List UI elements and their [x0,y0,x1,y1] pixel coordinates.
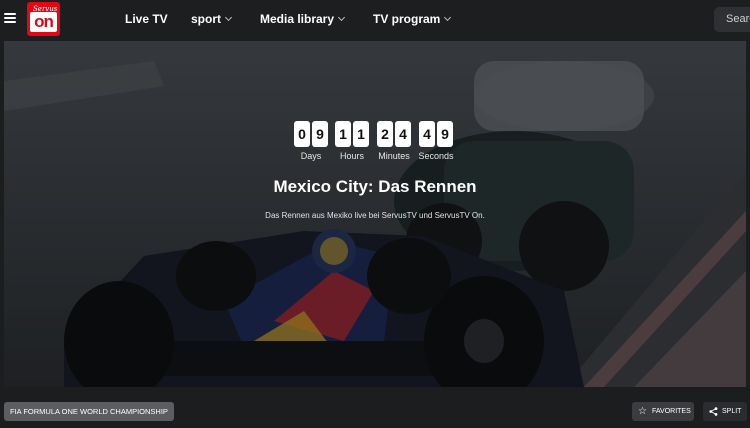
nav-sport-label: sport [191,12,221,26]
top-navigation-bar: Servus on Live TV sport Media library TV… [0,0,750,40]
countdown-hours-label: Hours [339,151,364,161]
countdown-hours-digit: 1 [353,121,369,147]
split-button[interactable]: SPLIT [703,402,747,421]
hero-title: Mexico City: Das Rennen [273,177,477,196]
favorites-label: FAVORITES [652,408,691,415]
hero-subtitle: Das Rennen aus Mexiko live bei ServusTV … [265,211,485,220]
chevron-down-icon [444,13,452,22]
countdown-days-digit: 9 [312,121,328,147]
category-chip[interactable]: FIA FORMULA ONE WORLD CHAMPIONSHIP [4,402,174,421]
nav-media-library[interactable]: Media library [260,12,346,26]
nav-tv-program[interactable]: TV program [373,12,452,26]
hamburger-menu-icon[interactable] [4,13,16,25]
countdown-days-label: Days [300,151,322,161]
logo-on-text: on [30,12,57,32]
countdown-seconds-label: Seconds [418,151,454,161]
favorites-button[interactable]: ☆ FAVORITES [632,402,694,421]
search-input[interactable]: Search [714,7,750,32]
nav-media-library-label: Media library [260,12,335,26]
countdown-minutes-digit: 4 [395,121,411,147]
split-label: SPLIT [722,408,742,415]
chevron-down-icon [337,13,346,22]
star-icon: ☆ [638,406,647,417]
countdown-minutes-digit: 2 [377,121,393,147]
nav-tv-program-label: TV program [373,12,441,26]
countdown-seconds-digit: 9 [437,121,453,147]
countdown-seconds-digit: 4 [419,121,435,147]
servus-on-logo[interactable]: Servus on [27,2,60,36]
countdown-hours-digit: 1 [335,121,351,147]
hero-banner[interactable]: 0 9 Days 1 1 Hours 2 4 Minutes 4 9 Secon… [4,41,746,387]
share-icon [709,407,718,416]
nav-live-tv-label: Live TV [125,12,168,26]
nav-sport[interactable]: sport [191,12,233,26]
chevron-down-icon [224,13,233,22]
nav-live-tv[interactable]: Live TV [125,12,168,26]
countdown-minutes-label: Minutes [378,151,410,161]
countdown-days-digit: 0 [294,121,310,147]
